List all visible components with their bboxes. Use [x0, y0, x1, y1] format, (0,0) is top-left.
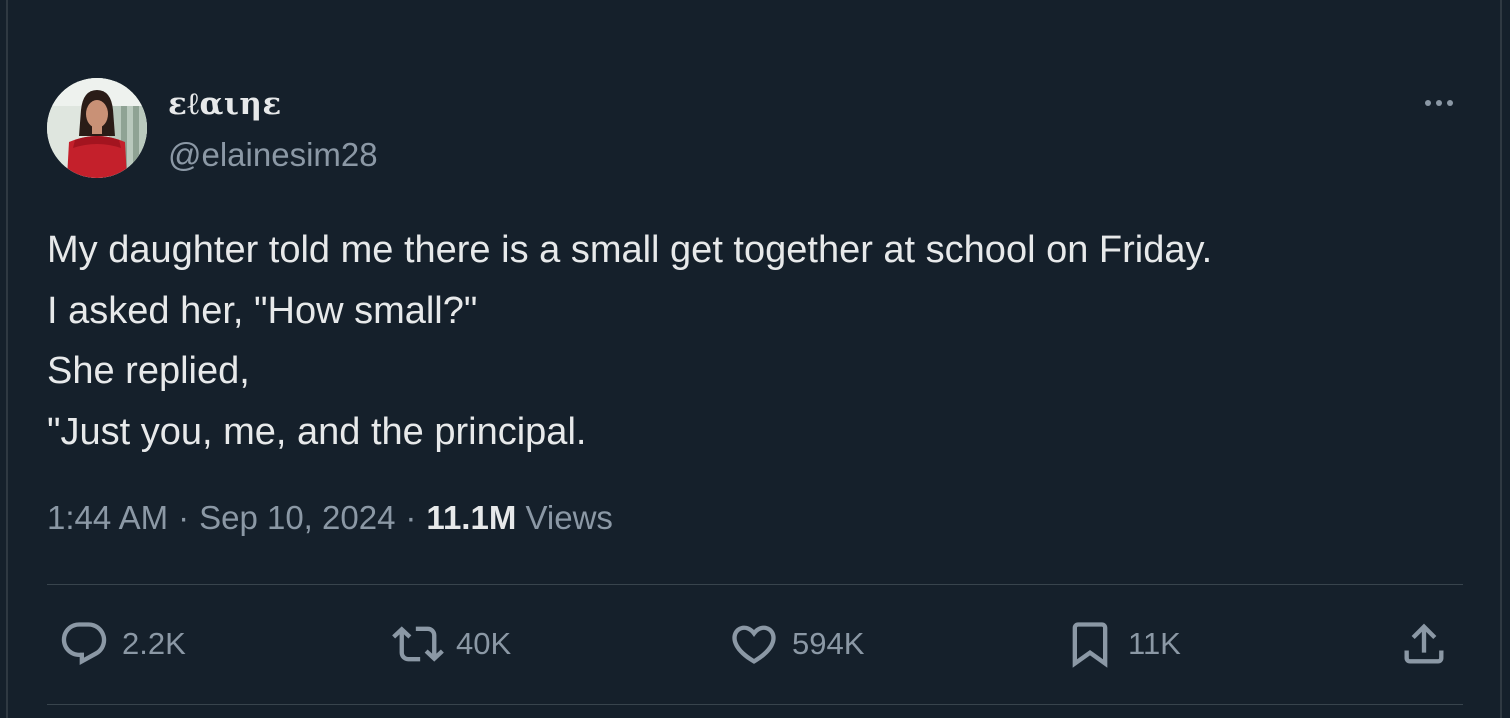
retweet-count: 40K — [456, 626, 512, 661]
bookmark-icon — [1072, 622, 1108, 668]
views-label: Views — [525, 499, 613, 536]
heart-icon — [732, 625, 776, 664]
author-display-name[interactable]: εℓαιηε — [168, 84, 282, 124]
like-button[interactable]: 594K — [728, 614, 864, 674]
retweet-icon — [392, 626, 444, 662]
avatar[interactable] — [47, 78, 147, 178]
tweet-text-line: I asked her, "How small?" — [47, 289, 478, 332]
frame-border-right — [1500, 0, 1502, 718]
share-button[interactable] — [1398, 614, 1450, 674]
bookmark-button[interactable]: 11K — [1064, 614, 1181, 674]
tweet-text: My daughter told me there is a small get… — [47, 220, 1467, 462]
tweet-date[interactable]: Sep 10, 2024 — [199, 499, 395, 536]
reply-count: 2.2K — [122, 626, 186, 661]
share-icon — [1404, 623, 1444, 664]
meta-separator: · — [405, 499, 417, 536]
divider — [47, 704, 1463, 705]
retweet-button[interactable]: 40K — [392, 614, 511, 674]
tweet-text-line: My daughter told me there is a small get… — [47, 229, 1213, 271]
views-count[interactable]: 11.1M — [426, 499, 516, 536]
like-count: 594K — [792, 626, 865, 661]
tweet-time[interactable]: 1:44 AM — [47, 499, 168, 536]
more-options-icon[interactable] — [1416, 88, 1462, 118]
divider — [47, 584, 1463, 585]
reply-icon — [61, 622, 107, 666]
meta-separator: · — [178, 499, 190, 536]
tweet-text-line: "Just you, me, and the principal. — [47, 410, 587, 453]
frame-border-left — [6, 0, 8, 718]
tweet-text-line: She replied, — [47, 350, 250, 392]
avatar-photo — [47, 78, 147, 178]
bookmark-count: 11K — [1128, 626, 1181, 661]
author-handle[interactable]: @elainesim28 — [168, 135, 378, 175]
reply-button[interactable]: 2.2K — [58, 614, 186, 674]
tweet-metadata: 1:44 AM · Sep 10, 2024 · 11.1M Views — [47, 496, 613, 540]
